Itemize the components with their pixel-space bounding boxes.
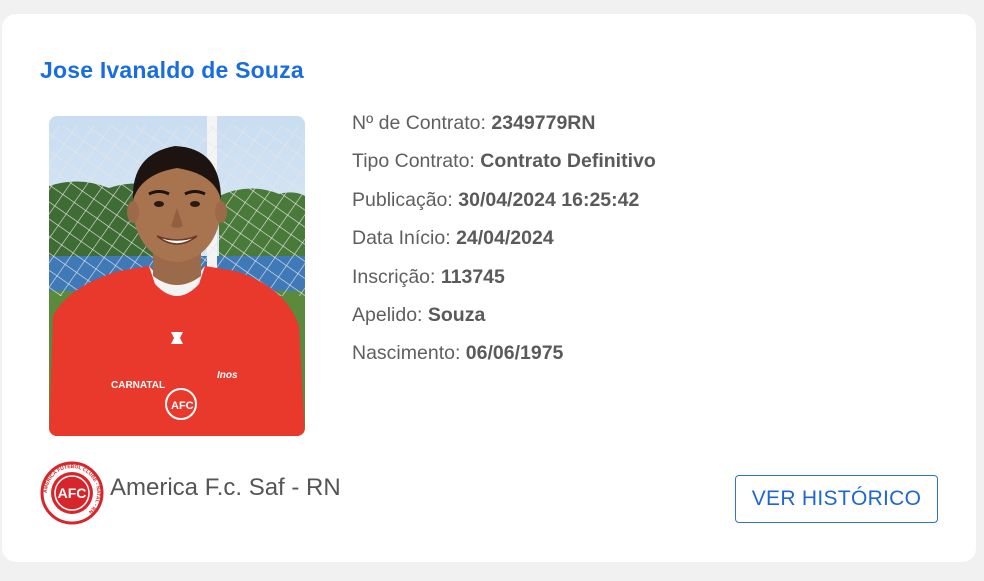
detail-label: Tipo Contrato:	[352, 150, 475, 173]
detail-row: Tipo Contrato: Contrato Definitivo	[352, 146, 772, 184]
detail-row: Inscrição: 113745	[352, 262, 772, 300]
contract-details: Nº de Contrato: 2349779RN Tipo Contrato: …	[352, 108, 772, 377]
detail-row: Nascimento: 06/06/1975	[352, 338, 772, 376]
player-card: Jose Ivanaldo de Souza CARNATAL AFC Inos…	[2, 14, 976, 562]
detail-label: Nascimento:	[352, 342, 461, 365]
detail-value: 113745	[440, 265, 505, 288]
detail-row: Nº de Contrato: 2349779RN	[352, 108, 772, 146]
detail-row: Data Início: 24/04/2024	[352, 223, 772, 261]
detail-label: Inscrição:	[352, 265, 436, 288]
detail-label: Publicação:	[352, 188, 453, 211]
detail-value: 06/06/1975	[465, 342, 564, 365]
detail-row: Apelido: Souza	[352, 300, 772, 338]
detail-value: 24/04/2024	[456, 227, 554, 250]
club-crest-icon: AMERICA FUTEBOL CLUBE - NATAL - RN AFC	[40, 461, 104, 525]
detail-label: Nº de Contrato:	[352, 112, 486, 134]
detail-value: Contrato Definitivo	[480, 150, 656, 173]
player-photo: CARNATAL AFC Inos	[49, 116, 305, 436]
club-crest-text: AFC	[58, 485, 87, 501]
detail-value: Souza	[427, 303, 486, 326]
detail-label: Apelido:	[352, 303, 423, 326]
view-history-button[interactable]: VER HISTÓRICO	[735, 475, 938, 523]
svg-text:CARNATAL: CARNATAL	[111, 380, 165, 391]
club-name[interactable]: America F.c. Saf - RN	[110, 474, 341, 502]
detail-row: Publicação: 30/04/2024 16:25:42	[352, 185, 772, 223]
svg-text:AFC: AFC	[171, 400, 194, 412]
detail-value: 2349779RN	[491, 112, 596, 134]
player-name[interactable]: Jose Ivanaldo de Souza	[40, 57, 304, 84]
detail-label: Data Início:	[352, 227, 451, 250]
club-info: AMERICA FUTEBOL CLUBE - NATAL - RN AFC A…	[40, 460, 341, 526]
detail-value: 30/04/2024 16:25:42	[458, 188, 640, 211]
svg-text:Inos: Inos	[217, 370, 238, 381]
